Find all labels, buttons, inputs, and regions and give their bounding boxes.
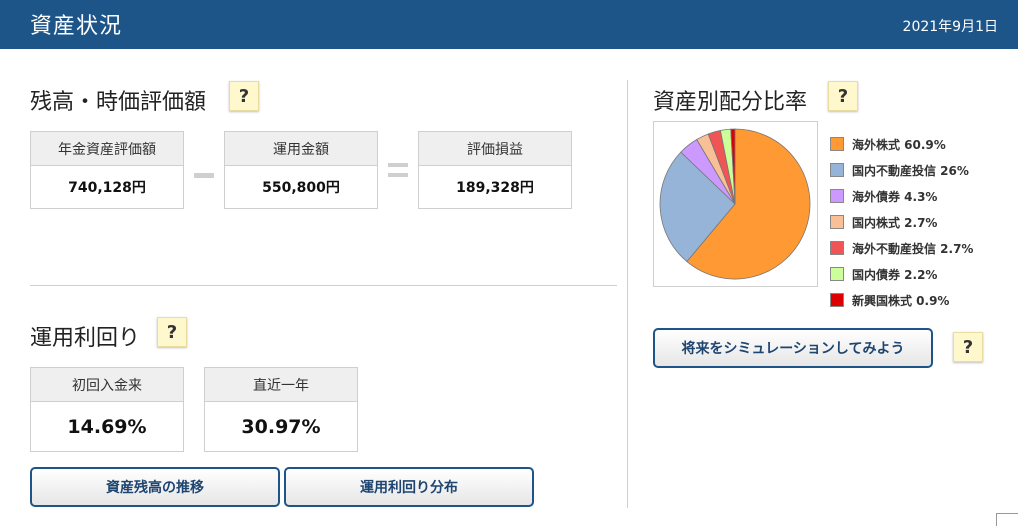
legend-item: 海外株式 60.9% bbox=[830, 131, 1010, 157]
balance-trend-button[interactable]: 資産残高の推移 bbox=[30, 467, 280, 507]
allocation-pie-chart bbox=[659, 128, 811, 280]
header-date: 2021年9月1日 bbox=[902, 19, 998, 35]
equals-sign bbox=[388, 163, 408, 177]
balance-help-button[interactable]: ? bbox=[229, 81, 259, 111]
allocation-pie-frame bbox=[653, 121, 818, 287]
legend-item: 海外不動産投信 2.7% bbox=[830, 235, 1010, 261]
legend-swatch bbox=[830, 241, 844, 255]
yield-last-year-value: 30.97% bbox=[241, 415, 321, 438]
legend-label: 海外株式 60.9% bbox=[852, 137, 946, 152]
simulate-future-button[interactable]: 将来をシミュレーションしてみよう bbox=[653, 328, 933, 368]
legend-item: 海外債券 4.3% bbox=[830, 183, 1010, 209]
invested-amount-value: 550,800円 bbox=[262, 180, 340, 196]
legend-label: 新興国株式 0.9% bbox=[852, 293, 950, 308]
allocation-help-button[interactable]: ? bbox=[828, 81, 858, 111]
yield-distribution-button[interactable]: 運用利回り分布 bbox=[284, 467, 534, 507]
legend-swatch bbox=[830, 267, 844, 281]
pension-asset-value-box: 年金資産評価額 740,128円 bbox=[30, 131, 184, 209]
allocation-legend: 海外株式 60.9% 国内不動産投信 26% 海外債券 4.3% 国内株式 2.… bbox=[830, 131, 1010, 313]
minus-sign bbox=[194, 173, 214, 178]
legend-item: 国内不動産投信 26% bbox=[830, 157, 1010, 183]
pension-asset-value-label: 年金資産評価額 bbox=[31, 132, 183, 166]
corner-widget bbox=[996, 513, 1018, 526]
legend-label: 国内債券 2.2% bbox=[852, 267, 938, 282]
header-bar: 資産状況 2021年9月1日 bbox=[0, 0, 1018, 49]
section-divider bbox=[30, 285, 617, 286]
legend-label: 海外債券 4.3% bbox=[852, 189, 938, 204]
legend-swatch bbox=[830, 293, 844, 307]
unrealized-gain-label: 評価損益 bbox=[419, 132, 571, 166]
pension-asset-value: 740,128円 bbox=[68, 180, 146, 196]
yield-since-start-value: 14.69% bbox=[67, 415, 147, 438]
balance-section-title: 残高・時価評価額 bbox=[30, 90, 207, 115]
yield-since-start-label: 初回入金来 bbox=[31, 368, 183, 402]
legend-swatch bbox=[830, 189, 844, 203]
simulate-help-button[interactable]: ? bbox=[953, 332, 983, 362]
legend-swatch bbox=[830, 137, 844, 151]
legend-label: 海外不動産投信 2.7% bbox=[852, 241, 974, 256]
unrealized-gain-value: 189,328円 bbox=[456, 180, 534, 196]
yield-since-start-box: 初回入金来 14.69% bbox=[30, 367, 184, 452]
invested-amount-label: 運用金額 bbox=[225, 132, 377, 166]
legend-item: 国内債券 2.2% bbox=[830, 261, 1010, 287]
unrealized-gain-box: 評価損益 189,328円 bbox=[418, 131, 572, 209]
page-title: 資産状況 bbox=[30, 14, 123, 39]
yield-last-year-label: 直近一年 bbox=[205, 368, 357, 402]
legend-item: 国内株式 2.7% bbox=[830, 209, 1010, 235]
invested-amount-box: 運用金額 550,800円 bbox=[224, 131, 378, 209]
legend-swatch bbox=[830, 215, 844, 229]
yield-section-title: 運用利回り bbox=[30, 326, 141, 351]
legend-item: 新興国株式 0.9% bbox=[830, 287, 1010, 313]
yield-last-year-box: 直近一年 30.97% bbox=[204, 367, 358, 452]
yield-help-button[interactable]: ? bbox=[157, 317, 187, 347]
legend-swatch bbox=[830, 163, 844, 177]
allocation-section-title: 資産別配分比率 bbox=[653, 90, 808, 115]
legend-label: 国内株式 2.7% bbox=[852, 215, 938, 230]
column-divider bbox=[627, 80, 628, 508]
legend-label: 国内不動産投信 26% bbox=[852, 163, 969, 178]
